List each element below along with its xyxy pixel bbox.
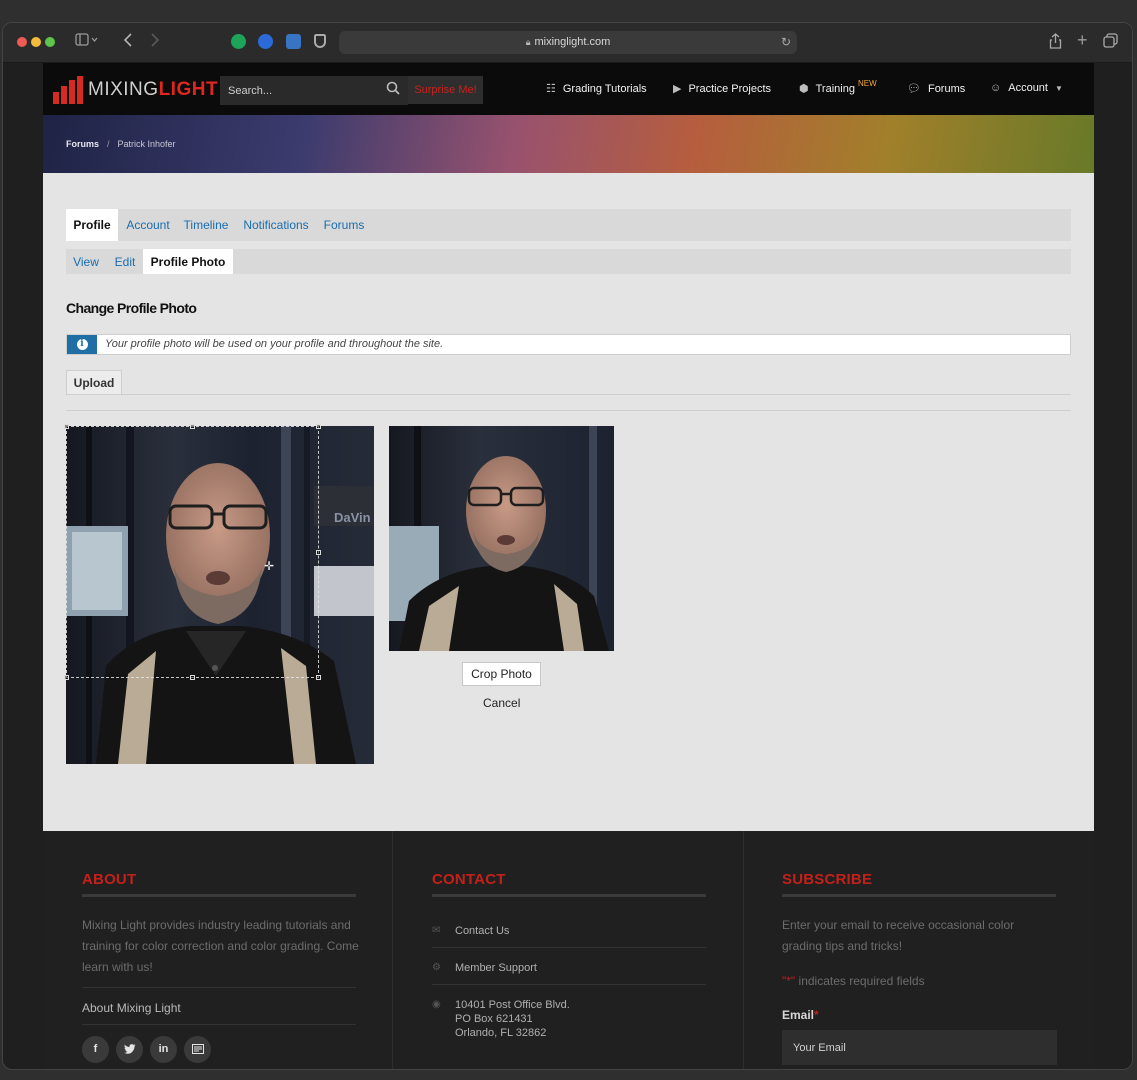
divider: [66, 410, 1071, 411]
contact-us-link[interactable]: Contact Us: [455, 924, 509, 938]
tab-timeline[interactable]: Timeline: [181, 209, 231, 241]
password-manager-extension-icon[interactable]: [258, 34, 273, 49]
close-window-button[interactable]: [17, 37, 27, 47]
crop-handle-ne[interactable]: [316, 424, 321, 429]
crop-preview-image: [389, 426, 614, 651]
email-field[interactable]: [782, 1030, 1057, 1065]
address-bar[interactable]: 🔒︎ mixinglight.com ↻: [339, 31, 797, 54]
surprise-me-button[interactable]: Surprise Me!: [408, 76, 483, 104]
crop-handle-n[interactable]: [190, 424, 195, 429]
breadcrumb: Forums / Patrick Inhofer: [66, 139, 176, 149]
logo-mark-icon: [53, 76, 85, 104]
tab-forums[interactable]: Forums: [321, 209, 367, 241]
info-icon: i: [67, 335, 97, 354]
crop-handle-nw[interactable]: [64, 424, 69, 429]
video-icon: ▶: [673, 83, 682, 95]
upload-tab[interactable]: Upload: [66, 370, 122, 394]
zoom-window-button[interactable]: [45, 37, 55, 47]
required-fields-note: "*" indicates required fields: [782, 974, 925, 988]
profile-tabs: Profile Account Timeline Notifications F…: [66, 209, 1071, 241]
forward-arrow-icon[interactable]: [150, 33, 160, 51]
tab-profile[interactable]: Profile: [66, 209, 118, 241]
subtab-view[interactable]: View: [69, 249, 103, 274]
website: MIXINGLIGHT Surprise Me! ☷Grading Tutori…: [43, 63, 1094, 1069]
facebook-icon[interactable]: f: [82, 1036, 109, 1063]
crop-handle-e[interactable]: [316, 550, 321, 555]
share-icon[interactable]: [1049, 33, 1062, 53]
new-badge: NEW: [857, 79, 877, 88]
divider: [66, 394, 1071, 395]
search-icon[interactable]: [386, 81, 400, 95]
shield-extension-icon[interactable]: [314, 34, 326, 48]
crop-photo-button[interactable]: Crop Photo: [462, 662, 541, 686]
tab-notifications[interactable]: Notifications: [240, 209, 312, 241]
info-text: Your profile photo will be used on your …: [105, 338, 444, 350]
back-arrow-icon[interactable]: [123, 33, 133, 51]
profile-subtabs: View Edit Profile Photo: [66, 249, 1071, 274]
crop-selection[interactable]: [64, 424, 321, 680]
support-icon: ⚙: [432, 962, 441, 973]
site-footer: ABOUT Mixing Light provides industry lea…: [43, 831, 1094, 1069]
page-title: Change Profile Photo: [66, 300, 197, 316]
notes-extension-icon[interactable]: [286, 34, 301, 49]
chevron-down-icon: ▼: [1054, 83, 1063, 93]
subtab-edit[interactable]: Edit: [110, 249, 140, 274]
hero-banner: Forums / Patrick Inhofer: [43, 115, 1094, 173]
grammarly-extension-icon[interactable]: [231, 34, 246, 49]
sidebar-toggle-icon[interactable]: [75, 33, 99, 51]
subscribe-text: Enter your email to receive occasional c…: [782, 918, 1015, 953]
about-mixing-light-link[interactable]: About Mixing Light: [82, 1001, 181, 1015]
site-logo[interactable]: MIXINGLIGHT: [53, 75, 218, 105]
address: 10401 Post Office Blvd. PO Box 621431 Or…: [455, 999, 570, 1039]
chat-icon: 💬︎: [907, 83, 921, 95]
user-icon: ☺: [990, 82, 1002, 94]
search-input[interactable]: [220, 76, 408, 105]
tab-account[interactable]: Account: [122, 209, 174, 241]
new-tab-icon[interactable]: +: [1077, 31, 1088, 49]
lock-icon: 🔒︎: [525, 37, 531, 47]
footer-divider: [392, 831, 393, 1069]
linkedin-icon[interactable]: in: [150, 1036, 177, 1063]
nav-forums[interactable]: 💬︎ Forums: [907, 82, 965, 96]
nav-training[interactable]: ⬢ Training NEW: [799, 79, 877, 95]
url-text: mixinglight.com: [534, 36, 611, 48]
info-notice: i Your profile photo will be used on you…: [66, 334, 1071, 355]
crop-handle-sw[interactable]: [64, 675, 69, 680]
cube-icon: ⬢: [799, 83, 809, 95]
browser-toolbar: 🔒︎ mixinglight.com ↻ +: [3, 23, 1132, 63]
move-cursor-icon: ✛: [264, 559, 275, 573]
footer-about-heading: ABOUT: [82, 871, 137, 888]
twitter-icon[interactable]: [116, 1036, 143, 1063]
svg-text:DaVin: DaVin: [334, 510, 371, 525]
logo-text: MIXINGLIGHT: [88, 79, 219, 100]
crop-handle-s[interactable]: [190, 675, 195, 680]
footer-subscribe-heading: SUBSCRIBE: [782, 871, 873, 888]
email-label: Email*: [782, 1008, 819, 1022]
grid-icon: ☷: [546, 83, 556, 95]
cancel-link[interactable]: Cancel: [483, 696, 520, 710]
member-support-link[interactable]: Member Support: [455, 961, 537, 975]
footer-divider: [743, 831, 744, 1069]
minimize-window-button[interactable]: [31, 37, 41, 47]
site-header: MIXINGLIGHT Surprise Me! ☷Grading Tutori…: [43, 63, 1094, 115]
browser-window: 🔒︎ mixinglight.com ↻ + MIXINGLIGHT Searc…: [2, 22, 1133, 1070]
breadcrumb-current: Patrick Inhofer: [117, 139, 176, 149]
footer-contact-heading: CONTACT: [432, 871, 506, 888]
rss-icon[interactable]: [184, 1036, 211, 1063]
nav-account[interactable]: ☺ Account ▼: [990, 82, 1063, 94]
map-pin-icon: ◉: [432, 999, 441, 1010]
subtab-profile-photo[interactable]: Profile Photo: [143, 249, 233, 274]
crop-handle-se[interactable]: [316, 675, 321, 680]
reload-icon[interactable]: ↻: [781, 31, 791, 54]
nav-grading-tutorials[interactable]: ☷ Grading Tutorials: [546, 82, 647, 96]
nav-practice-projects[interactable]: ▶ Practice Projects: [673, 82, 771, 96]
tab-overview-icon[interactable]: [1103, 33, 1118, 52]
breadcrumb-forums-link[interactable]: Forums: [66, 139, 99, 149]
envelope-icon: ✉: [432, 925, 441, 936]
footer-about-text: Mixing Light provides industry leading t…: [82, 918, 359, 974]
